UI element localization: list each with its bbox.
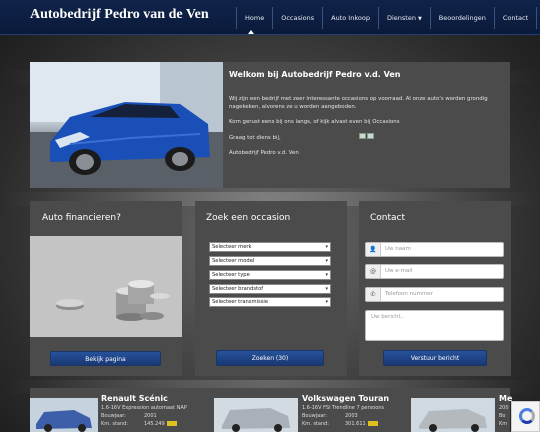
chevron-down-icon: ▼ <box>417 16 422 22</box>
occasion-year: Bouwjaar: 2003 <box>302 413 358 419</box>
recaptcha-badge[interactable] <box>511 401 540 432</box>
chevron-down-icon: ▾ <box>325 272 328 278</box>
panel-title: Contact <box>370 213 406 223</box>
nav-auto-inkoop[interactable]: Auto Inkoop <box>323 7 379 29</box>
top-navbar: Autobedrijf Pedro van de Ven Home Occasi… <box>0 0 540 35</box>
field-label: Km. stand: <box>101 421 128 427</box>
occasion-title: Volkswagen Touran <box>302 394 390 403</box>
message-field[interactable]: Uw bericht.. <box>365 310 504 341</box>
field-label: Bouwjaar: <box>302 413 327 419</box>
welcome-signature: Autobedrijf Pedro v.d. Ven <box>229 150 299 156</box>
panel-title: Auto financieren? <box>42 213 121 223</box>
select-model[interactable]: Selecteer model ▾ <box>209 256 331 266</box>
occasion-subtitle: 1.6-16V Expression automaat NAP <box>101 405 187 411</box>
select-value: Selecteer transmissie <box>212 299 269 305</box>
occasion-subtitle: 200 <box>499 405 509 411</box>
occasion-subtitle: 1.6-16V FSI Trendline 7 persoons <box>302 405 385 411</box>
km-value: 145.249 <box>144 421 165 427</box>
nav-label: Diensten <box>386 14 416 22</box>
select-type[interactable]: Selecteer type ▾ <box>209 270 331 280</box>
occasion-title: Renault Scénic <box>101 394 168 403</box>
nav-label: Auto Inkoop <box>331 14 370 22</box>
occasion-km: Km <box>499 421 507 427</box>
chevron-down-icon: ▾ <box>325 286 328 292</box>
email-field[interactable]: @ Uw e-mail <box>365 264 504 279</box>
occasion-photo <box>214 398 298 432</box>
placeholder: Uw bericht.. <box>371 314 405 320</box>
field-label: Bo <box>499 413 506 419</box>
car-photo <box>30 62 223 188</box>
nav-label: Beoordelingen <box>438 14 486 22</box>
nap-badge-icon <box>166 421 177 426</box>
chevron-down-icon: ▾ <box>325 299 328 305</box>
search-button[interactable]: Zoeken (30) <box>216 350 324 366</box>
select-value: Selecteer type <box>212 272 250 278</box>
welcome-section: Welkom bij Autobedrijf Pedro v.d. Ven Wi… <box>30 62 510 188</box>
financing-panel: Auto financieren? Bekijk pagina <box>30 201 182 376</box>
select-fuel[interactable]: Selecteer brandstof ▾ <box>209 284 331 294</box>
occasion-card[interactable]: Me 200 Bo Km <box>411 388 512 432</box>
view-page-button[interactable]: Bekijk pagina <box>50 351 161 366</box>
coins-photo <box>30 236 182 337</box>
placeholder: Telefoon nummer <box>385 291 433 297</box>
contact-panel: Contact 👤 Uw naam @ Uw e-mail ✆ Telefoon… <box>359 201 511 376</box>
nav-home[interactable]: Home <box>237 7 274 29</box>
occasion-year: Bo <box>499 413 506 419</box>
occasions-strip: Renault Scénic 1.6-16V Expression automa… <box>30 388 512 432</box>
placeholder: Uw e-mail <box>385 268 413 274</box>
send-message-button[interactable]: Verstuur bericht <box>383 350 487 366</box>
name-field[interactable]: 👤 Uw naam <box>365 242 504 257</box>
user-icon: 👤 <box>366 243 381 256</box>
panel-title: Zoek een occasion <box>206 213 291 223</box>
brand-logo[interactable]: Autobedrijf Pedro van de Ven <box>30 7 209 23</box>
at-icon: @ <box>366 265 381 278</box>
select-value: Selecteer model <box>212 258 255 264</box>
nav-occasions[interactable]: Occasions <box>273 7 324 29</box>
active-indicator <box>248 30 254 34</box>
field-label: Km. stand: <box>302 421 329 427</box>
occasion-photo <box>30 398 98 432</box>
phone-icon: ✆ <box>366 288 381 301</box>
field-label: Km <box>499 421 508 427</box>
chevron-down-icon: ▾ <box>325 258 328 264</box>
nav-label: Occasions <box>281 14 315 22</box>
welcome-paragraph: Kom gerust eens bij ons langs, of kijk a… <box>229 119 400 125</box>
nav-diensten[interactable]: Diensten ▼ <box>379 7 431 29</box>
field-value: 145.249 <box>144 421 177 427</box>
occasion-photo <box>411 398 495 432</box>
occasion-card[interactable]: Volkswagen Touran 1.6-16V FSI Trendline … <box>214 388 404 432</box>
phone-field[interactable]: ✆ Telefoon nummer <box>365 287 504 302</box>
field-label: Bouwjaar: <box>101 413 126 419</box>
occasion-km: Km. stand: 145.249 <box>101 421 177 427</box>
nav-contact[interactable]: Contact <box>495 7 538 29</box>
occasion-card[interactable]: Renault Scénic 1.6-16V Expression automa… <box>30 388 200 432</box>
select-value: Selecteer merk <box>212 244 252 250</box>
nap-badge-icon <box>367 421 378 426</box>
km-value: 301.611 <box>345 421 366 427</box>
welcome-greeting: Graag tot diens bij, <box>229 135 281 141</box>
placeholder: Uw naam <box>385 246 411 252</box>
welcome-title: Welkom bij Autobedrijf Pedro v.d. Ven <box>229 70 401 79</box>
welcome-text: Welkom bij Autobedrijf Pedro v.d. Ven Wi… <box>229 70 504 164</box>
select-transmission[interactable]: Selecteer transmissie ▾ <box>209 297 331 307</box>
main-nav: Home Occasions Auto Inkoop Diensten ▼ Beo… <box>236 7 538 29</box>
chevron-down-icon: ▾ <box>325 244 328 250</box>
nav-beoordelingen[interactable]: Beoordelingen <box>431 7 495 29</box>
occasion-year: Bouwjaar: 2001 <box>101 413 157 419</box>
nav-label: Contact <box>502 14 529 22</box>
recaptcha-icon <box>519 408 535 424</box>
search-panel: Zoek een occasion Selecteer merk ▾ Select… <box>195 201 347 376</box>
welcome-paragraph: Graag tot diens bij, <box>229 133 504 142</box>
field-value: 301.611 <box>345 421 378 427</box>
small-image-icons <box>358 133 375 142</box>
field-value: 2001 <box>144 413 157 419</box>
field-value: 2003 <box>345 413 358 419</box>
nav-label: Home <box>245 14 265 22</box>
occasion-km: Km. stand: 301.611 <box>302 421 378 427</box>
select-value: Selecteer brandstof <box>212 286 264 292</box>
welcome-paragraph: Wij zijn een bedrijf met zeer interessan… <box>229 96 488 110</box>
select-brand[interactable]: Selecteer merk ▾ <box>209 242 331 252</box>
